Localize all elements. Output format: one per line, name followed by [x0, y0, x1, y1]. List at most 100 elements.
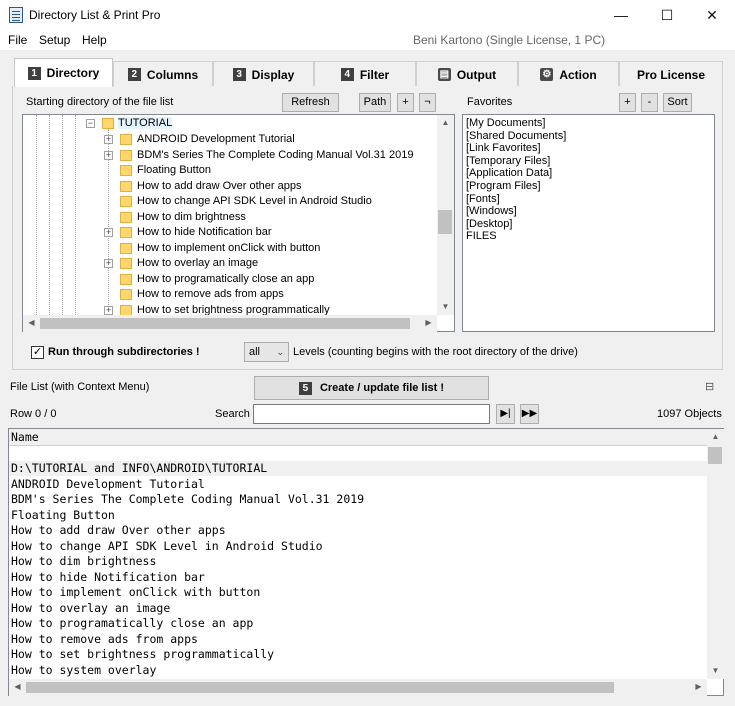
tab-number: 2 [127, 68, 141, 81]
add-favorite-button[interactable]: + [619, 93, 636, 112]
path-button[interactable]: Path [359, 93, 391, 112]
favorite-item[interactable]: [Program Files] [466, 180, 541, 192]
file-list-row[interactable]: How to dim brightness [11, 554, 156, 568]
scroll-left-arrow-icon[interactable]: ◀ [9, 682, 26, 691]
menu-setup[interactable]: Setup [39, 33, 70, 47]
file-list-row[interactable]: How to add draw Over other apps [11, 523, 226, 537]
tree-item[interactable]: How to remove ads from apps [137, 288, 284, 300]
tree-view-icon[interactable]: ⊟ [705, 380, 719, 393]
file-list-row[interactable]: ANDROID Development Tutorial [11, 477, 205, 491]
scroll-up-arrow-icon[interactable]: ▲ [707, 432, 724, 441]
app-icon [9, 7, 23, 23]
folder-icon [120, 149, 132, 161]
create-file-list-button[interactable]: 5 Create / update file list ! [254, 376, 489, 400]
find-all-button[interactable]: ▶▶ [520, 404, 539, 424]
expand-icon[interactable]: + [104, 259, 113, 268]
favorite-item[interactable]: [Desktop] [466, 218, 512, 230]
levels-select[interactable]: all ⌄ [244, 342, 289, 362]
tree-item-list: + ANDROID Development Tutorial + BDM's Seri… [23, 115, 437, 315]
scroll-up-arrow-icon[interactable]: ▲ [437, 118, 454, 127]
close-button[interactable]: ✕ [689, 0, 735, 30]
file-list-row[interactable]: How to set brightness programmatically [11, 647, 274, 661]
tab-label: Action [559, 67, 597, 82]
tree-item[interactable]: How to add draw Over other apps [137, 180, 301, 192]
scroll-down-arrow-icon[interactable]: ▼ [707, 666, 724, 675]
expand-icon[interactable]: + [104, 135, 113, 144]
tab-action[interactable]: ⚙ Action [518, 61, 619, 87]
add-path-button[interactable]: + [397, 93, 414, 112]
step-number: 5 [298, 381, 312, 395]
menu-help[interactable]: Help [82, 33, 107, 47]
expand-icon[interactable]: + [104, 228, 113, 237]
gear-icon: ⚙ [540, 68, 554, 81]
file-list-row[interactable]: How to system overlay [11, 663, 156, 677]
sort-favorites-button[interactable]: Sort [663, 93, 692, 112]
file-list-row[interactable]: How to overlay an image [11, 601, 170, 615]
favorite-item[interactable]: [Link Favorites] [466, 142, 541, 154]
tab-output[interactable]: ▤ Output [416, 61, 518, 87]
scroll-right-arrow-icon[interactable]: ▶ [690, 682, 707, 691]
levels-value: all [249, 346, 261, 358]
remove-favorite-button[interactable]: - [641, 93, 658, 112]
folder-icon [120, 211, 132, 223]
file-list-row[interactable]: Floating Button [11, 508, 115, 522]
minimize-button[interactable]: — [598, 0, 644, 30]
tree-item[interactable]: How to programatically close an app [137, 273, 314, 285]
favorite-item[interactable]: [Temporary Files] [466, 155, 550, 167]
tree-item[interactable]: How to hide Notification bar [137, 226, 272, 238]
tree-item[interactable]: BDM's Series The Complete Coding Manual … [137, 149, 413, 161]
file-list-row[interactable]: How to hide Notification bar [11, 570, 205, 584]
tab-display[interactable]: 3 Display [213, 61, 314, 87]
folder-icon [120, 180, 132, 192]
tree-hscroll-thumb[interactable] [40, 318, 410, 329]
tab-directory[interactable]: 1 Directory [14, 58, 113, 87]
chevron-down-icon: ⌄ [276, 347, 284, 357]
exclude-path-button[interactable]: ¬ [419, 93, 436, 112]
row-counter: Row 0 / 0 [10, 408, 57, 420]
scroll-left-arrow-icon[interactable]: ◀ [23, 318, 40, 327]
maximize-button[interactable]: ☐ [644, 0, 690, 30]
tree-item[interactable]: Floating Button [137, 164, 211, 176]
tab-number: 1 [27, 66, 41, 80]
file-list-row[interactable]: D:\TUTORIAL and INFO\ANDROID\TUTORIAL [11, 461, 267, 475]
name-column-header[interactable]: Name [9, 429, 707, 446]
tree-item[interactable]: How to overlay an image [137, 257, 258, 269]
tab-pro-license[interactable]: Pro License [619, 61, 723, 87]
search-label: Search [215, 408, 250, 420]
refresh-button[interactable]: Refresh [282, 93, 339, 112]
favorite-item[interactable]: [Fonts] [466, 193, 500, 205]
tree-vscroll-thumb[interactable] [438, 210, 452, 234]
tree-item[interactable]: How to set brightness programmatically [137, 304, 330, 316]
filelist-hscroll-thumb[interactable] [26, 682, 614, 693]
expand-icon[interactable]: + [104, 305, 113, 315]
tree-item[interactable]: How to dim brightness [137, 211, 246, 223]
starting-directory-label: Starting directory of the file list [26, 96, 174, 108]
file-list-row[interactable]: How to change API SDK Level in Android S… [11, 539, 323, 553]
filelist-vertical-scrollbar[interactable] [707, 429, 724, 679]
expand-icon[interactable]: + [104, 150, 113, 160]
find-next-button[interactable]: ▶| [496, 404, 515, 424]
favorite-item[interactable]: [Application Data] [466, 167, 552, 179]
scroll-down-arrow-icon[interactable]: ▼ [437, 302, 454, 311]
file-list-row[interactable]: How to remove ads from apps [11, 632, 198, 646]
menu-file[interactable]: File [8, 33, 27, 47]
subdirectories-checkbox[interactable]: ✓ [31, 346, 44, 359]
file-list-row[interactable]: How to implement onClick with button [11, 585, 260, 599]
tree-item[interactable]: How to implement onClick with button [137, 242, 320, 254]
tab-columns[interactable]: 2 Columns [113, 61, 213, 87]
folder-icon [120, 242, 132, 254]
tab-filter[interactable]: 4 Filter [314, 61, 416, 87]
scroll-right-arrow-icon[interactable]: ▶ [420, 318, 437, 327]
tab-label: Directory [46, 66, 100, 80]
favorite-item[interactable]: [Shared Documents] [466, 130, 566, 142]
file-list-row[interactable]: How to programatically close an app [11, 616, 253, 630]
filelist-vscroll-thumb[interactable] [708, 447, 722, 464]
tab-label: Display [251, 67, 295, 82]
favorite-item[interactable]: [Windows] [466, 205, 517, 217]
tree-item[interactable]: How to change API SDK Level in Android S… [137, 195, 372, 207]
favorite-item[interactable]: [My Documents] [466, 117, 545, 129]
favorite-item[interactable]: FILES [466, 230, 497, 242]
tree-item[interactable]: ANDROID Development Tutorial [137, 133, 295, 145]
file-list-row[interactable]: BDM's Series The Complete Coding Manual … [11, 492, 364, 506]
search-input[interactable] [253, 404, 490, 424]
